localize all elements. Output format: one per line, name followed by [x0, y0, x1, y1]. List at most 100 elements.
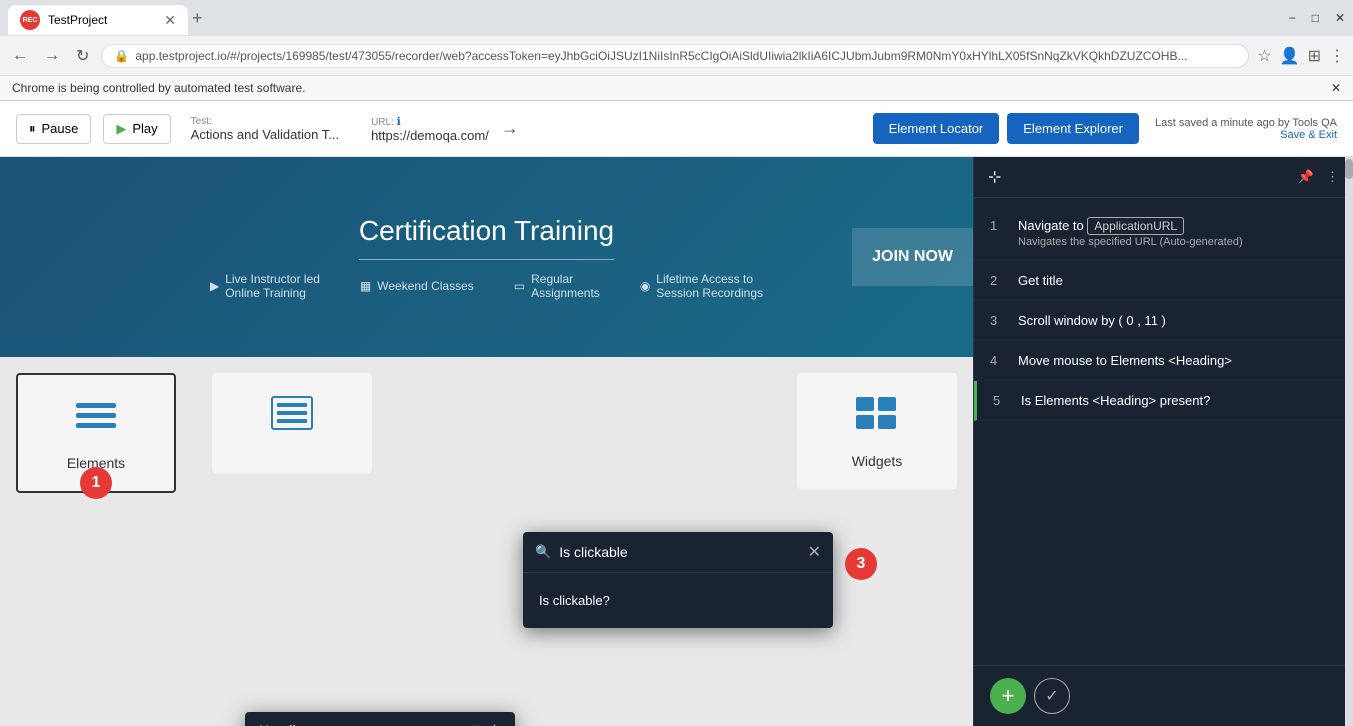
element-explorer-button[interactable]: Element Explorer [1007, 113, 1139, 144]
elements-card[interactable]: Elements 1 [16, 373, 176, 493]
play-label: Play [132, 121, 157, 136]
refresh-button[interactable]: ↻ [72, 42, 93, 70]
tab-title: TestProject [48, 13, 156, 27]
profile-icon[interactable]: 👤 [1280, 46, 1300, 66]
lock-icon: 🔒 [114, 49, 129, 63]
cert-feature-4: ◉ Lifetime Access toSession Recordings [640, 272, 763, 300]
cert-banner: Certification Training ▶ Live Instructor… [0, 157, 973, 357]
more-icon[interactable]: ⋮ [1329, 46, 1345, 66]
url-label: URL: ℹ [371, 115, 489, 128]
extensions-icon[interactable]: ⊞ [1308, 46, 1321, 66]
step-item-3[interactable]: 3 Scroll window by ( 0 , 11 ) [974, 301, 1353, 341]
test-label: Test: [191, 116, 339, 127]
step-content-1: Navigate to ApplicationURL Navigates the… [1018, 218, 1337, 248]
url-display: app.testproject.io/#/projects/169985/tes… [135, 49, 1236, 63]
elements-icon [71, 395, 121, 443]
right-panel-footer: + ✓ [974, 665, 1353, 726]
chrome-banner-close[interactable]: ✕ [1331, 81, 1341, 95]
nav-icons: ☆ 👤 ⊞ ⋮ [1257, 46, 1345, 66]
forward-button[interactable]: → [40, 43, 64, 69]
blank-card[interactable] [212, 373, 372, 473]
context-menu-header: Heading ⑂ ⋮ [245, 712, 515, 726]
search-results: Is clickable? [523, 573, 833, 628]
cert-feature-2: ▦ Weekend Classes [360, 272, 474, 300]
step-title-1: Navigate to ApplicationURL [1018, 218, 1337, 233]
pin-icon[interactable]: 📌 [1298, 169, 1314, 185]
element-locator-button[interactable]: Element Locator [873, 113, 1000, 144]
tab-close-button[interactable]: ✕ [164, 13, 176, 27]
badge-3-wrapper: 3 [845, 548, 877, 580]
step-item-1[interactable]: 1 Navigate to ApplicationURL Navigates t… [974, 206, 1353, 261]
context-menu: Heading ⑂ ⋮ ⚙ Actions › 2 ✓ [245, 712, 515, 726]
step-item-4[interactable]: 4 Move mouse to Elements <Heading> [974, 341, 1353, 381]
test-info: Test: Actions and Validation T... [191, 116, 339, 142]
address-bar[interactable]: 🔒 app.testproject.io/#/projects/169985/t… [101, 44, 1249, 68]
play-icon-feat: ▶ [210, 279, 219, 293]
checkmark-button[interactable]: ✓ [1034, 678, 1070, 714]
step-title-5: Is Elements <Heading> present? [1021, 393, 1337, 408]
maximize-button[interactable]: □ [1312, 11, 1319, 25]
step-title-4: Move mouse to Elements <Heading> [1018, 353, 1337, 368]
bookmark-icon[interactable]: ☆ [1257, 46, 1271, 66]
step-number-3: 3 [990, 313, 1006, 328]
pause-label: Pause [42, 121, 79, 136]
scrollbar-thumb[interactable] [1345, 159, 1353, 179]
tp-toolbar: ⏸ Pause ▶ Play Test: Actions and Validat… [0, 101, 1353, 157]
chrome-banner: Chrome is being controlled by automated … [0, 76, 1353, 101]
more-options-icon[interactable]: ⋮ [488, 722, 501, 726]
step-item-5[interactable]: 5 Is Elements <Heading> present? [974, 381, 1353, 421]
badge-1: 1 [80, 467, 112, 499]
feat-text-3: RegularAssignments [531, 272, 600, 300]
badge-3: 3 [845, 548, 877, 580]
step-content-4: Move mouse to Elements <Heading> [1018, 353, 1337, 368]
close-button[interactable]: ✕ [1335, 11, 1345, 25]
add-step-button[interactable]: + [990, 678, 1026, 714]
widgets-label: Widgets [852, 453, 903, 469]
nav-bar: ← → ↻ 🔒 app.testproject.io/#/projects/16… [0, 36, 1353, 76]
branch-icon[interactable]: ⑂ [472, 722, 480, 726]
context-menu-title: Heading [259, 722, 311, 726]
step-item-2[interactable]: 2 Get title [974, 261, 1353, 301]
cert-feature-1: ▶ Live Instructor ledOnline Training [210, 272, 320, 300]
new-tab-button[interactable]: + [192, 8, 203, 29]
widgets-card[interactable]: Widgets [797, 373, 957, 489]
play-button[interactable]: ▶ Play [103, 114, 170, 144]
back-button[interactable]: ← [8, 43, 32, 69]
minimize-button[interactable]: − [1289, 11, 1296, 25]
search-result-item[interactable]: Is clickable? [523, 581, 833, 620]
browser-tab[interactable]: REC TestProject ✕ [8, 5, 188, 35]
url-value: https://demoqa.com/ [371, 128, 489, 143]
join-now-button[interactable]: JOIN NOW [852, 228, 973, 286]
panel-more-icon[interactable]: ⋮ [1326, 169, 1339, 185]
right-panel: ⊹ 📌 ⋮ 1 Navigate to ApplicationURL Navig [973, 157, 1353, 726]
pause-button[interactable]: ⏸ Pause [16, 114, 91, 144]
move-icon[interactable]: ⊹ [988, 167, 1001, 187]
step-number-1: 1 [990, 218, 1006, 233]
search-input[interactable] [559, 544, 799, 560]
step-title-3: Scroll window by ( 0 , 11 ) [1018, 313, 1337, 328]
scrollbar[interactable] [1345, 157, 1353, 726]
step-number-5: 5 [993, 393, 1009, 408]
step-content-3: Scroll window by ( 0 , 11 ) [1018, 313, 1337, 328]
step-tag-1: ApplicationURL [1087, 217, 1184, 235]
navigate-button[interactable]: → [501, 118, 519, 139]
search-dropdown: 🔍 ✕ Is clickable? 3 [523, 532, 833, 628]
test-name: Actions and Validation T... [191, 127, 339, 142]
website-preview: Certification Training ▶ Live Instructor… [0, 157, 973, 726]
cert-title: Certification Training [359, 215, 614, 260]
feat-text-1: Live Instructor ledOnline Training [225, 272, 320, 300]
save-exit-link[interactable]: Save & Exit [1280, 129, 1337, 141]
feat-text-2: Weekend Classes [377, 279, 474, 293]
rec-icon: REC [20, 10, 40, 30]
url-section: URL: ℹ https://demoqa.com/ [371, 115, 489, 143]
step-content-2: Get title [1018, 273, 1337, 288]
chrome-banner-text: Chrome is being controlled by automated … [12, 81, 305, 95]
search-clear-button[interactable]: ✕ [808, 542, 821, 562]
search-input-wrapper: 🔍 ✕ [523, 532, 833, 573]
right-panel-header: ⊹ 📌 ⋮ [974, 157, 1353, 198]
save-info: Last saved a minute ago by Tools QA Save… [1155, 117, 1337, 141]
doc-icon: ▭ [514, 279, 525, 293]
step-list: 1 Navigate to ApplicationURL Navigates t… [974, 198, 1353, 665]
step-desc-1: Navigates the specified URL (Auto-genera… [1018, 236, 1337, 248]
tab-bar: REC TestProject ✕ + − □ ✕ [0, 0, 1353, 36]
